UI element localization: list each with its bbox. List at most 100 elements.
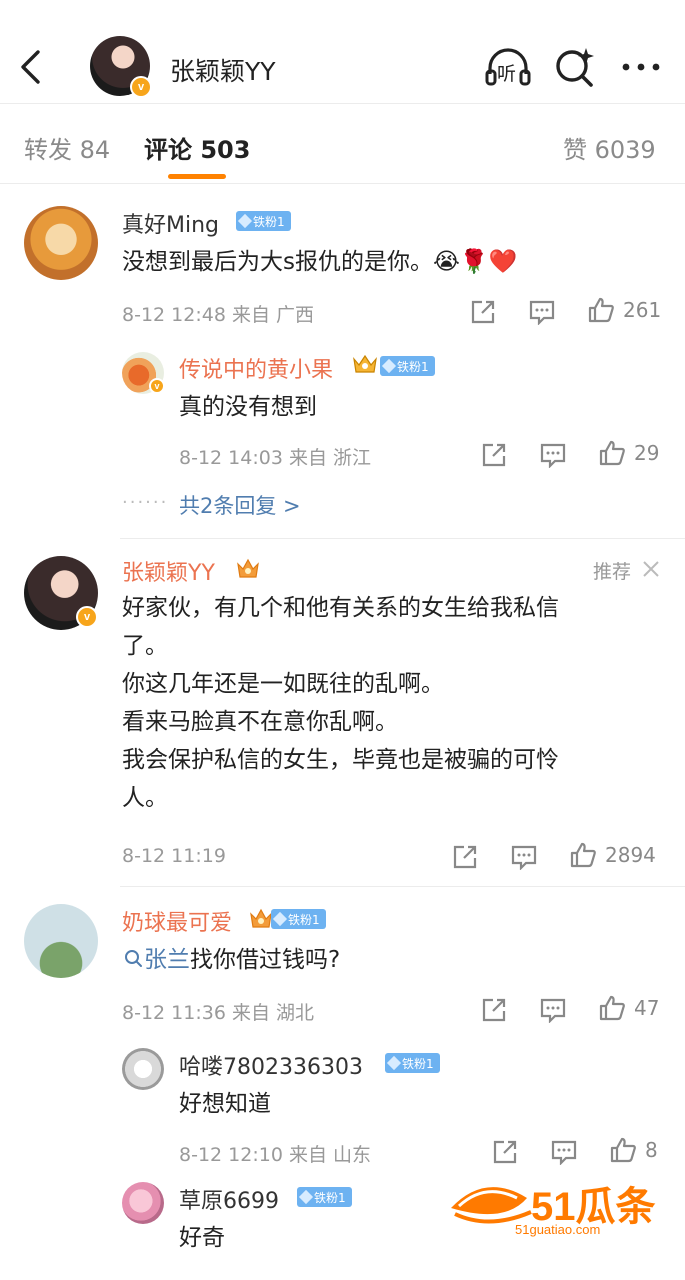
more-button[interactable] xyxy=(618,44,664,90)
tab-comments[interactable]: 评论 503 xyxy=(144,130,250,165)
tab-likes[interactable]: 赞 6039 xyxy=(563,130,656,165)
diamond-icon xyxy=(386,1055,402,1071)
crown-icon xyxy=(353,354,377,373)
comment-avatar[interactable] xyxy=(24,206,98,280)
comment-icon xyxy=(540,443,566,468)
more-dots-icon xyxy=(622,63,660,71)
diamond-icon xyxy=(272,911,288,927)
comment-icon xyxy=(551,1140,577,1165)
like-button[interactable]: 29 xyxy=(598,438,659,468)
fan-badge: 铁粉1 xyxy=(297,1187,352,1207)
thumbs-up-icon xyxy=(570,842,596,868)
reply-button[interactable] xyxy=(550,1137,578,1167)
like-button[interactable]: 47 xyxy=(598,993,659,1023)
mention-label: 张兰 xyxy=(144,947,190,973)
reply-author[interactable]: 传说中的黄小果 xyxy=(179,352,333,384)
comment-icon xyxy=(540,998,566,1023)
reply-meta: 8-12 14:03 来自 浙江 xyxy=(179,447,371,469)
comment-avatar[interactable] xyxy=(24,904,98,978)
comment-author[interactable]: 张颖颖YY xyxy=(122,555,215,587)
comment-text-line: 人。 xyxy=(122,785,168,811)
page-title: 张颖颖YY xyxy=(170,57,276,86)
share-button[interactable] xyxy=(481,440,507,470)
like-button[interactable]: 8 xyxy=(609,1135,658,1165)
like-button[interactable]: 2894 xyxy=(569,840,656,870)
reply-meta: 8-12 12:10 来自 山东 xyxy=(179,1144,371,1166)
verified-icon: v xyxy=(149,378,165,394)
like-count: 29 xyxy=(634,441,660,465)
comment-text-line: 好家伙，有几个和他有关系的女生给我私信 xyxy=(122,595,559,621)
comment-text: 没想到最后为大s报仇的是你。😭🌹❤️ xyxy=(122,249,518,275)
diamond-icon xyxy=(237,213,253,229)
reply-text: 真的没有想到 xyxy=(179,394,317,420)
comment-text-line: 了。 xyxy=(122,633,168,659)
thumbs-up-icon xyxy=(599,440,625,466)
fan-badge-label: 铁粉1 xyxy=(288,912,320,927)
verified-icon: v xyxy=(130,76,152,98)
share-icon xyxy=(493,1140,517,1164)
share-icon xyxy=(453,845,477,869)
profile-avatar[interactable]: v xyxy=(90,36,152,98)
diamond-icon xyxy=(298,1189,314,1205)
comment-author[interactable]: 奶球最可爱 xyxy=(122,905,232,937)
search-icon xyxy=(125,950,142,967)
verified-icon: v xyxy=(76,606,98,628)
comment-author[interactable]: 真好Ming xyxy=(122,207,219,239)
fan-badge: 铁粉1 xyxy=(385,1053,440,1073)
like-count: 47 xyxy=(634,996,660,1020)
separator-dots: ······ xyxy=(122,492,169,513)
comment-text-line: 我会保护私信的女生，毕竟也是被骗的可怜 xyxy=(122,747,559,773)
reply-button[interactable] xyxy=(539,440,567,470)
top-bar: v 张颖颖YY 听 xyxy=(0,0,685,104)
fan-badge-label: 铁粉1 xyxy=(253,214,285,229)
share-icon xyxy=(482,443,506,467)
chevron-left-icon xyxy=(21,50,40,84)
listen-button[interactable]: 听 xyxy=(484,44,531,90)
watermark-logo: 51瓜条 51guatiao.com xyxy=(445,1168,675,1244)
comment-text: 张兰找你借过钱吗? xyxy=(124,941,340,979)
share-button[interactable] xyxy=(470,297,496,327)
share-button[interactable] xyxy=(492,1137,518,1167)
comment-icon xyxy=(529,300,555,325)
share-icon xyxy=(482,998,506,1022)
view-more-replies-link[interactable]: 共2条回复 > xyxy=(179,490,301,520)
like-count: 2894 xyxy=(605,843,656,867)
reply-button[interactable] xyxy=(510,842,538,872)
recommend-label: 推荐 xyxy=(593,561,632,583)
share-button[interactable] xyxy=(452,842,478,872)
diamond-icon xyxy=(381,358,397,374)
listen-label: 听 xyxy=(497,63,517,85)
fan-badge: 铁粉1 xyxy=(271,909,326,929)
divider xyxy=(120,538,685,539)
search-button[interactable] xyxy=(552,44,598,90)
share-button[interactable] xyxy=(481,995,507,1025)
tab-bar: 转发 84 评论 503 赞 6039 xyxy=(0,104,685,184)
reply-button[interactable] xyxy=(539,995,567,1025)
reply-avatar[interactable] xyxy=(122,1048,164,1090)
like-count: 261 xyxy=(623,298,662,322)
crown-icon xyxy=(237,558,259,578)
comment-meta: 8-12 11:19 xyxy=(122,845,226,867)
like-button[interactable]: 261 xyxy=(587,295,661,325)
reply-author[interactable]: 草原6699 xyxy=(179,1183,279,1215)
share-icon xyxy=(471,300,495,324)
comment-text-body: 找你借过钱吗? xyxy=(190,947,341,973)
comment-text-line: 看来马脸真不在意你乱啊。 xyxy=(122,709,398,735)
search-sparkle-icon xyxy=(556,48,594,87)
comment-meta: 8-12 11:36 来自 湖北 xyxy=(122,1002,314,1024)
comment-meta: 8-12 12:48 来自 广西 xyxy=(122,304,314,326)
back-button[interactable] xyxy=(18,48,44,86)
reply-author[interactable]: 哈喽7802336303 xyxy=(179,1049,363,1081)
topic-mention[interactable]: 张兰 xyxy=(124,947,190,973)
reply-avatar[interactable] xyxy=(122,1182,164,1224)
divider xyxy=(120,886,685,887)
close-icon[interactable] xyxy=(641,559,661,579)
thumbs-up-icon xyxy=(610,1137,636,1163)
reply-button[interactable] xyxy=(528,297,556,327)
thumbs-up-icon xyxy=(599,995,625,1021)
like-count: 8 xyxy=(645,1138,658,1162)
reply-text: 好奇 xyxy=(179,1225,225,1251)
tab-reposts[interactable]: 转发 84 xyxy=(24,130,110,165)
fan-badge-label: 铁粉1 xyxy=(402,1056,434,1071)
reply-text: 好想知道 xyxy=(179,1091,271,1117)
